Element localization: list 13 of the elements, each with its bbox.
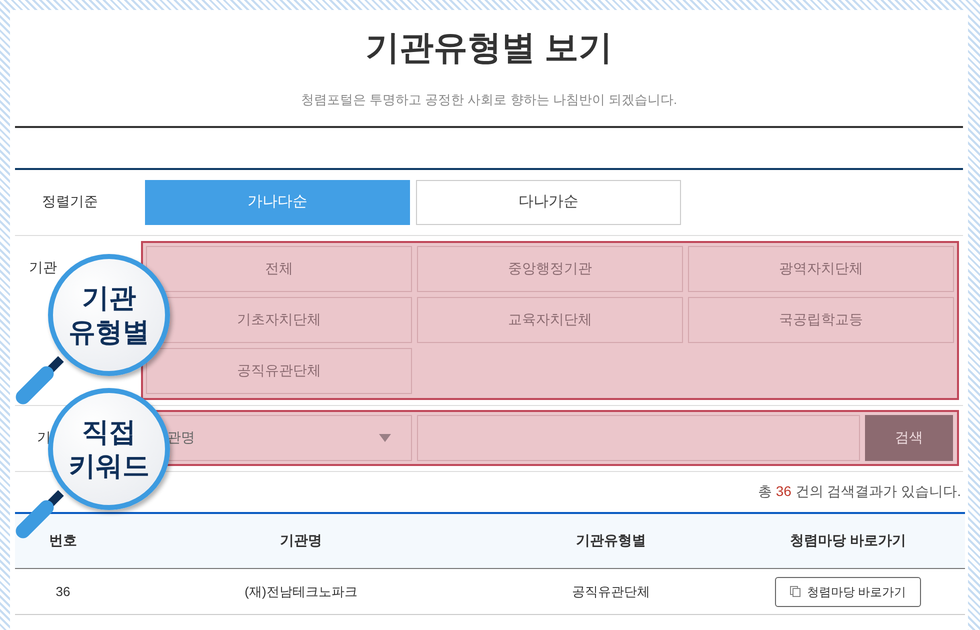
- table-cell: 36: [15, 568, 111, 614]
- column-header: 기관명: [280, 532, 322, 548]
- result-count-text: 총 36 건의 검색결과가 있습니다.: [758, 482, 961, 501]
- table-cell: 공직유관단체: [491, 568, 731, 614]
- table-cell: (재)전남테크노파크: [111, 568, 491, 614]
- column-header: 기관유형별: [576, 532, 646, 548]
- page-subtitle: 청렴포털은 투명하고 공정한 사회로 향하는 나침반이 되겠습니다.: [300, 91, 678, 109]
- type-label: 기관: [29, 258, 57, 274]
- sort-label: 정렬기준: [42, 193, 98, 209]
- keyword-label: 기: [37, 428, 51, 444]
- page-title: 기관유형별 보기: [365, 28, 613, 69]
- column-header: 청렴마당 바로가기: [790, 532, 906, 548]
- column-header: 번호: [49, 532, 77, 548]
